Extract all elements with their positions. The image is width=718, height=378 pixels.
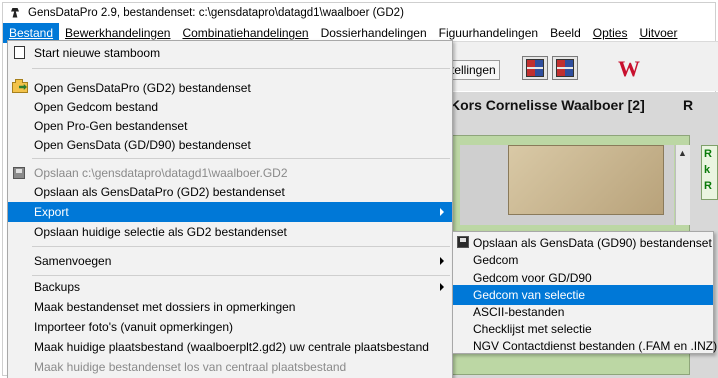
submenu-arrow-icon [440,257,444,265]
menu-dossierhandelingen-label: Dossierhandelingen [320,26,427,40]
menu-item-label: Opslaan als GensDataPro (GD2) bestandens… [34,185,285,199]
menu-item-label: Open Pro-Gen bestandenset [34,119,188,133]
submenu-item-label: Opslaan als GensData (GD90) bestandenset [473,236,712,250]
menu-beeld[interactable]: Beeld [544,23,587,43]
side-letter: R [704,148,712,160]
submenu-item-label: Gedcom voor GD/D90 [473,271,592,285]
grid-icon [556,59,574,77]
menu-item-label: Start nieuwe stamboom [34,46,161,60]
menu-item-label: Maak huidige plaatsbestand (waalboerplt2… [34,340,429,354]
menu-item-maak-dossiers[interactable]: Maak bestandenset met dossiers in opmerk… [8,297,452,317]
menu-beeld-label: Beeld [550,26,581,40]
submenu-item-gedcom[interactable]: Gedcom [453,250,713,270]
document-photo[interactable] [508,145,664,215]
menu-uitvoer-label: Uitvoer [639,26,678,40]
export-submenu: Opslaan als GensData (GD90) bestandenset… [452,231,717,356]
menu-item-label: Backups [34,280,81,294]
menu-separator [32,158,450,159]
side-panel: R k R [701,145,718,200]
save-disk-icon [457,236,469,248]
menu-opties[interactable]: Opties [587,23,634,43]
menu-item-label: Maak huidige bestandenset los van centra… [34,360,347,374]
menu-item-label: Importeer foto's (vanuit opmerkingen) [34,320,234,334]
save-disk-icon [13,167,25,179]
menu-opties-label: Opties [592,26,628,40]
grid-view-2-button[interactable] [552,56,578,80]
submenu-arrow-icon [440,208,444,216]
submenu-item-label: Checklijst met selectie [473,322,592,336]
menu-separator [32,275,450,276]
submenu-item-label: Gedcom [473,253,519,267]
submenu-arrow-icon [440,283,444,291]
menu-uitvoer[interactable]: Uitvoer [633,23,683,43]
new-document-icon [14,46,25,59]
app-logo-icon [9,7,23,20]
menu-item-label: Open GensDataPro (GD2) bestandenset [34,81,251,95]
menu-item-centrale-plaatsbestand[interactable]: Maak huidige plaatsbestand (waalboerplt2… [8,337,452,357]
menu-item-open-gensdata[interactable]: Open GensData (GD/D90) bestandenset [8,135,452,155]
menu-bestand-label: Bestand [9,26,54,40]
grid-icon [526,59,544,77]
tellingen-button[interactable]: tellingen [447,60,500,80]
person-title-right: R [683,97,694,113]
side-letter: R [704,180,712,192]
side-letter: k [704,164,711,176]
menu-item-los-van-centraal: Maak huidige bestandenset los van centra… [8,357,452,377]
menu-item-opslaan: Opslaan c:\gensdatapro\datagd1\waalboer.… [8,163,452,183]
menu-item-open-gedcom[interactable]: Open Gedcom bestand [8,97,452,117]
person-title: Kors Cornelisse Waalboer [2] [450,97,645,113]
menu-item-export[interactable]: Export [8,202,452,222]
menu-item-label: Opslaan c:\gensdatapro\datagd1\waalboer.… [34,166,288,180]
menu-item-start-nieuwe-stamboom[interactable]: Start nieuwe stamboom [8,43,452,63]
grid-view-button[interactable] [522,56,548,80]
menu-separator [32,68,450,69]
menu-figuurhandelingen-label: Figuurhandelingen [438,26,539,40]
menu-bewerkhandelingen-label: Bewerkhandelingen [65,26,171,40]
menu-item-label: Open GensData (GD/D90) bestandenset [34,138,251,152]
menu-item-label: Opslaan huidige selectie als GD2 bestand… [34,225,287,239]
bestand-menu: Start nieuwe stamboom Open GensDataPro (… [7,40,453,378]
menu-combinatiehandelingen-label: Combinatiehandelingen [182,26,309,40]
submenu-item-ngv-contactdienst[interactable]: NGV Contactdienst bestanden (.FAM en .IN… [453,336,717,356]
menu-item-label: Export [34,205,69,219]
menu-item-open-pro-gen[interactable]: Open Pro-Gen bestandenset [8,116,452,136]
submenu-item-label: Gedcom van selectie [473,288,586,302]
menu-item-opslaan-selectie[interactable]: Opslaan huidige selectie als GD2 bestand… [8,222,452,242]
window-title: GensDataPro 2.9, bestandenset: c:\gensda… [28,7,404,19]
submenu-item-label: NGV Contactdienst bestanden (.FAM en .IN… [473,339,718,353]
menu-item-importeer-fotos[interactable]: Importeer foto's (vanuit opmerkingen) [8,317,452,337]
submenu-item-label: ASCII-bestanden [473,305,565,319]
menu-item-label: Open Gedcom bestand [34,100,159,114]
scroll-up-icon[interactable]: ▲ [678,148,687,158]
open-folder-icon [12,79,28,93]
title-bar: GensDataPro 2.9, bestandenset: c:\gensda… [3,3,715,23]
menu-item-label: Samenvoegen [34,254,112,268]
menu-item-open-gd2[interactable]: Open GensDataPro (GD2) bestandenset [8,78,452,98]
menu-item-backups[interactable]: Backups [8,277,452,297]
w-button[interactable]: W [612,55,646,83]
menu-item-opslaan-als[interactable]: Opslaan als GensDataPro (GD2) bestandens… [8,182,452,202]
menu-separator [32,246,450,247]
menu-item-label: Maak bestandenset met dossiers in opmerk… [34,300,296,314]
menu-item-samenvoegen[interactable]: Samenvoegen [8,251,452,271]
